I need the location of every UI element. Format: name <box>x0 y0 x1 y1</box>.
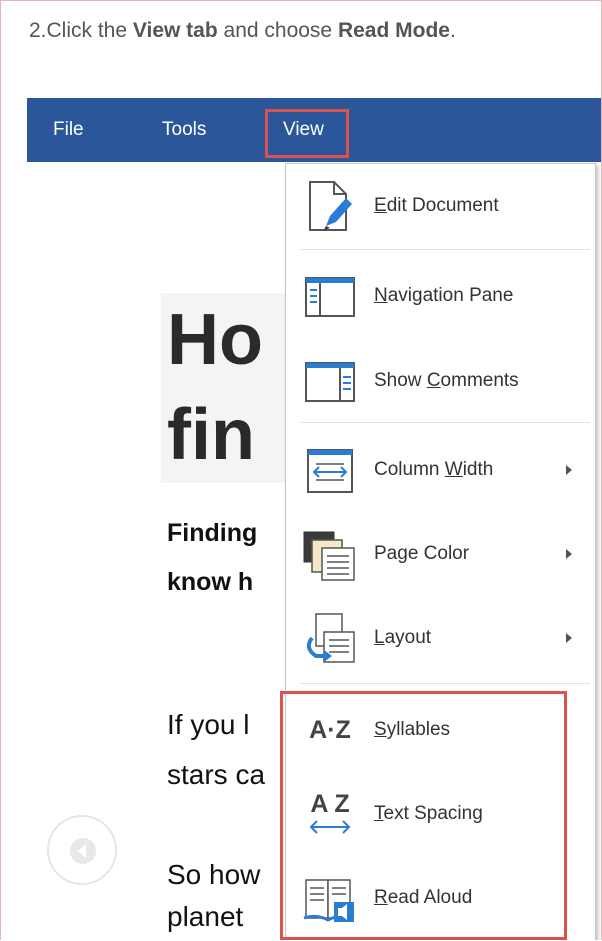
page-color-icon <box>303 531 355 581</box>
menu-separator <box>300 422 590 423</box>
document-subtitle-line1: Finding <box>167 519 258 547</box>
paragraph1-line2: stars ca <box>167 759 266 790</box>
edit-document-icon <box>309 181 352 231</box>
instruction-bold-view-tab: View tab <box>132 19 218 42</box>
menu-tools[interactable]: Tools <box>162 98 206 162</box>
layout-icon <box>306 613 355 663</box>
page-color-label: Page Color <box>374 543 470 564</box>
previous-page-button[interactable] <box>47 815 117 885</box>
instruction-middle: and choose <box>217 19 338 42</box>
navigation-pane-icon <box>305 277 355 317</box>
menu-item-show-comments[interactable]: Show Comments <box>286 339 595 423</box>
column-width-icon <box>307 449 353 493</box>
instruction-bold-read-mode: Read Mode <box>337 19 450 42</box>
paragraph2-line1: So how <box>167 859 261 890</box>
menu-separator <box>300 683 590 684</box>
show-comments-icon <box>305 362 355 402</box>
layout-label: Layout <box>374 627 432 648</box>
submenu-arrow-icon <box>566 549 572 559</box>
view-tab-highlight <box>265 109 349 158</box>
menu-file[interactable]: File <box>53 98 84 162</box>
edit-document-label: Edit Document <box>374 195 499 216</box>
show-comments-label: Show Comments <box>374 370 519 391</box>
document-subtitle-line2: know h <box>167 568 254 596</box>
menu-item-column-width[interactable]: Column Width <box>286 428 595 512</box>
menu-separator <box>300 249 590 250</box>
menu-item-navigation-pane[interactable]: Navigation Pane <box>286 254 595 338</box>
submenu-arrow-icon <box>566 633 572 643</box>
menu-item-page-color[interactable]: Page Color <box>286 512 595 596</box>
instruction-text: 2.Click the View tab and choose Read Mod… <box>29 19 456 43</box>
menu-item-layout[interactable]: Layout <box>286 596 595 680</box>
instruction-suffix: . <box>449 19 456 42</box>
paragraph2-line2: planet <box>167 901 244 932</box>
paragraph1-line1: If you l <box>167 709 250 740</box>
submenu-arrow-icon <box>566 465 572 475</box>
instruction-prefix: 2.Click the <box>29 19 133 42</box>
read-mode-options-highlight <box>280 691 567 940</box>
document-title-line1: Ho <box>167 300 263 380</box>
document-title-line2: fin <box>167 395 255 475</box>
menu-item-edit-document[interactable]: Edit Document <box>286 164 595 248</box>
tutorial-frame: 2.Click the View tab and choose Read Mod… <box>0 0 602 940</box>
back-arrow-icon <box>70 838 96 864</box>
column-width-label: Column Width <box>374 459 494 480</box>
navigation-pane-label: Navigation Pane <box>374 285 514 306</box>
